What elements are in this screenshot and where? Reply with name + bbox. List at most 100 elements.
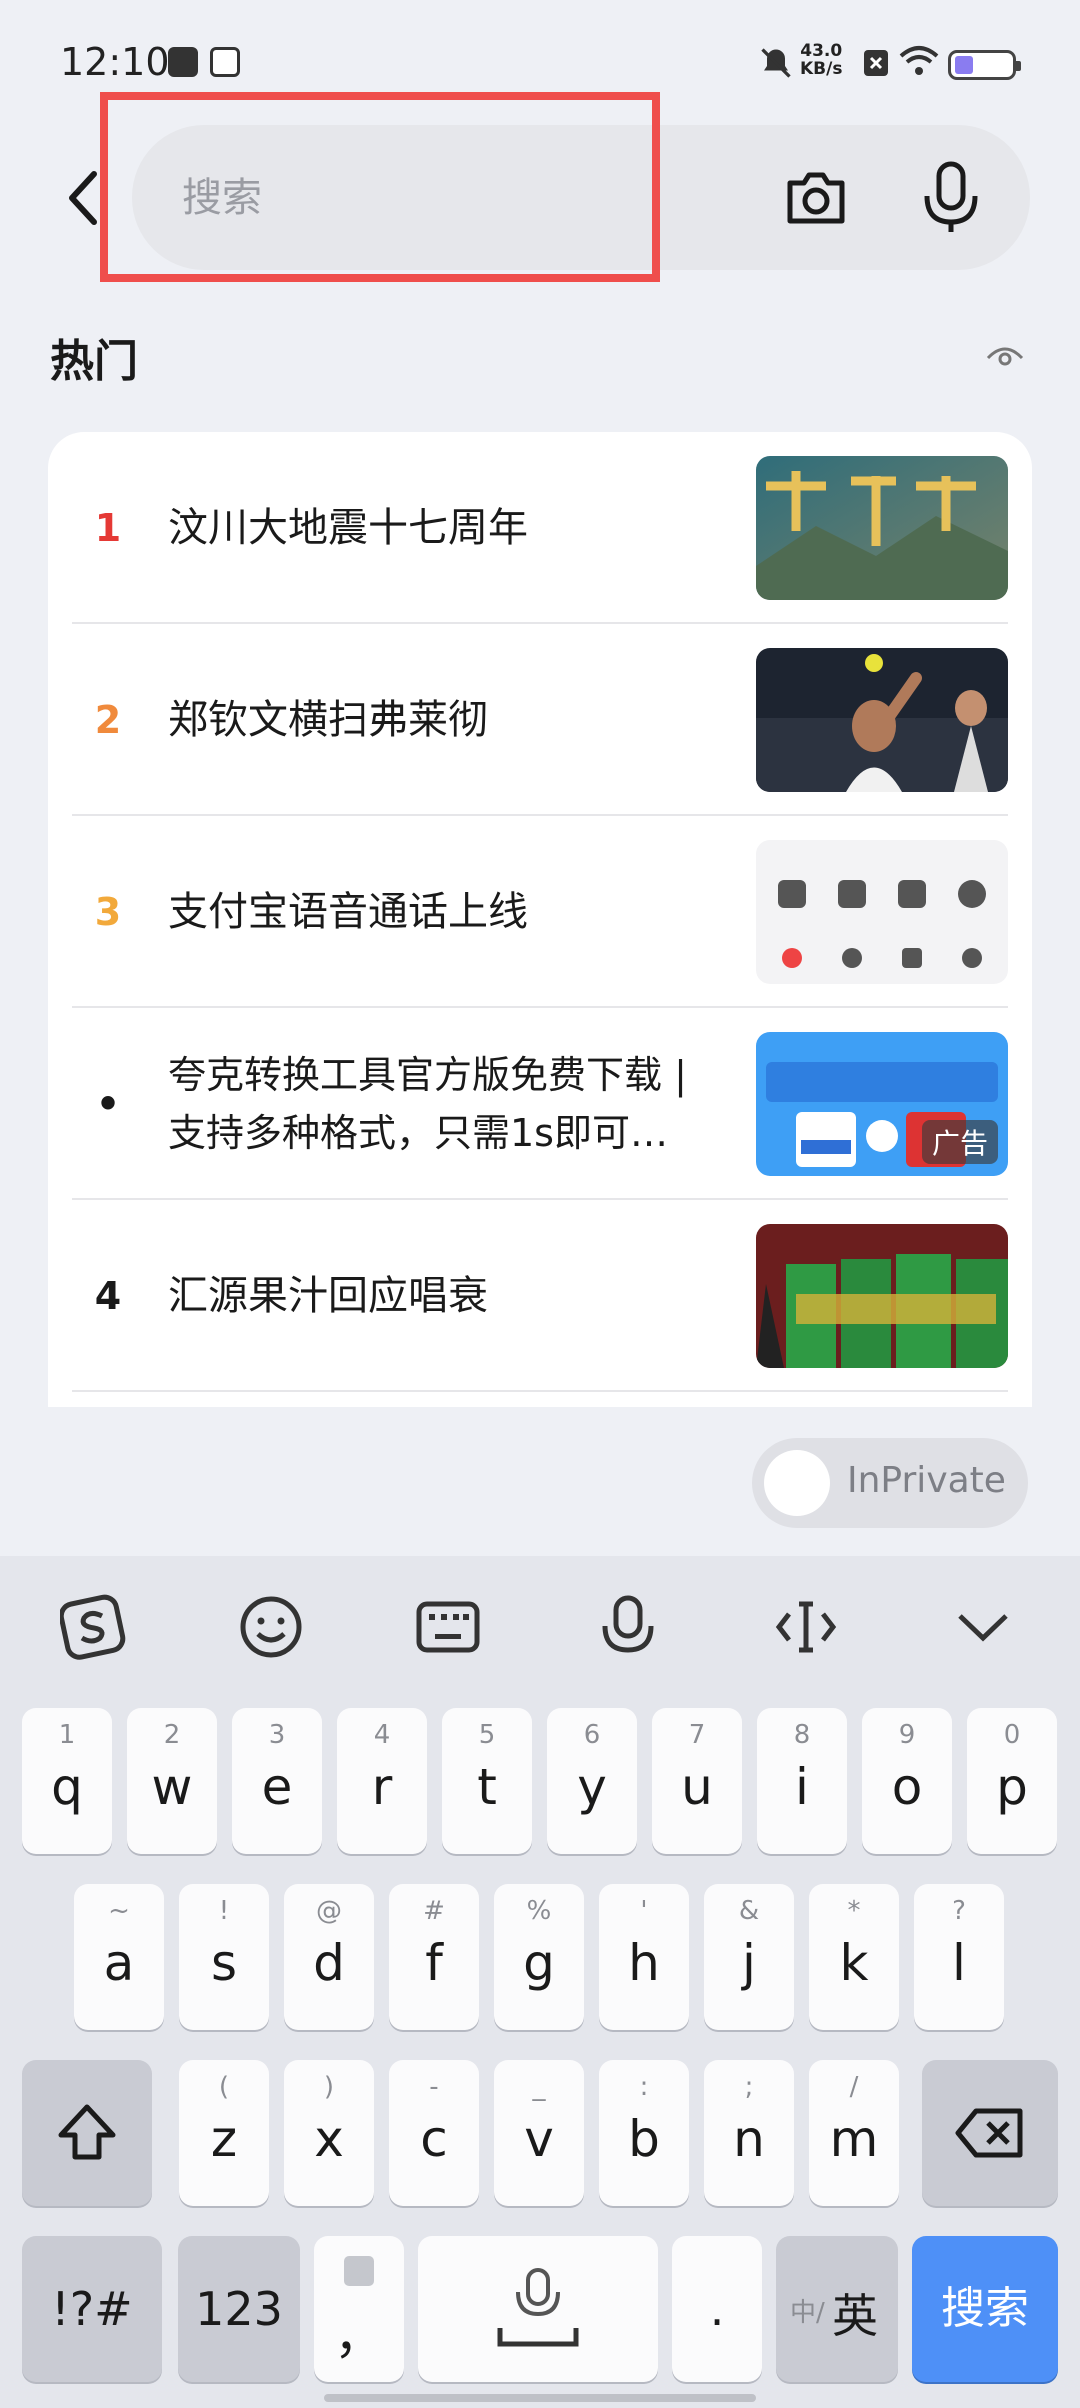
key-y[interactable]: 6y	[547, 1708, 637, 1854]
sogou-logo-icon[interactable]	[60, 1594, 126, 1660]
key-o[interactable]: 9o	[862, 1708, 952, 1854]
symbols-key[interactable]: !?#	[22, 2236, 162, 2382]
key-j[interactable]: & j	[704, 1884, 794, 2030]
key-p[interactable]: 0p	[967, 1708, 1057, 1854]
key-n[interactable]: ; n	[704, 2060, 794, 2206]
section-title-hot: 热门	[50, 336, 138, 387]
inprivate-toggle[interactable]: InPrivate	[752, 1438, 1028, 1528]
thumbnail-image: 广告	[756, 1032, 1008, 1176]
search-enter-key[interactable]: 搜索	[912, 2236, 1058, 2382]
thumbnail-image	[756, 1224, 1008, 1368]
space-key[interactable]	[418, 2236, 658, 2382]
key-label: a	[103, 1934, 135, 1992]
sim-blocked-icon	[864, 50, 888, 76]
key-a[interactable]: ~ a	[74, 1884, 164, 2030]
key-sub: )	[323, 2072, 335, 2102]
key-g[interactable]: % g	[494, 1884, 584, 2030]
key-d[interactable]: @ d	[284, 1884, 374, 2030]
key-e[interactable]: 3e	[232, 1708, 322, 1854]
key-f[interactable]: # f	[389, 1884, 479, 2030]
key-c[interactable]: -c	[389, 2060, 479, 2206]
key-label: ，	[334, 2307, 384, 2365]
key-label: 搜索	[941, 2283, 1029, 2334]
item-title: 夸克转换工具官方版免费下载 | 支持多种格式，只需1s即可…	[168, 1053, 687, 1155]
key-k[interactable]: * k	[809, 1884, 899, 2030]
list-item[interactable]: 4 汇源果汁回应唱衰	[72, 1200, 1008, 1392]
keyboard-icon[interactable]	[415, 1594, 481, 1660]
key-u[interactable]: 7u	[652, 1708, 742, 1854]
home-indicator[interactable]	[324, 2394, 756, 2402]
key-label: 英	[832, 2289, 878, 2343]
key-sub: -	[429, 2072, 439, 2102]
key-label: b	[628, 2110, 660, 2168]
key-sub: *	[847, 1896, 861, 1926]
item-title: 支付宝语音通话上线	[168, 889, 528, 935]
key-label: r	[371, 1758, 393, 1816]
key-z[interactable]: (z	[179, 2060, 269, 2206]
key-label: s	[210, 1934, 238, 1992]
key-label: f	[425, 1934, 443, 1992]
list-item[interactable]: 1 汶川大地震十七周年	[72, 432, 1008, 624]
key-label: e	[261, 1758, 293, 1816]
cursor-move-icon[interactable]	[773, 1594, 839, 1660]
key-sub: 中/	[790, 2298, 825, 2328]
microphone-icon[interactable]	[917, 160, 985, 235]
network-speed: 43.0 KB/s	[800, 42, 842, 78]
key-x[interactable]: ) x	[284, 2060, 374, 2206]
key-h[interactable]: ' h	[599, 1884, 689, 2030]
key-sub: @	[316, 1896, 342, 1926]
key-sub: (	[218, 2072, 230, 2102]
key-q[interactable]: 1q	[22, 1708, 112, 1854]
key-sub: 6	[583, 1720, 601, 1750]
key-sub: 4	[373, 1720, 391, 1750]
key-s[interactable]: ! s	[179, 1884, 269, 2030]
net-speed-unit: KB/s	[800, 59, 843, 79]
key-label: y	[577, 1758, 607, 1816]
highlight-box	[100, 92, 660, 282]
language-switch-key[interactable]: 中/ 英	[776, 2236, 898, 2382]
key-b[interactable]: :b	[599, 2060, 689, 2206]
voice-input-icon[interactable]	[595, 1594, 661, 1660]
shift-key[interactable]	[22, 2060, 152, 2206]
camera-icon[interactable]	[782, 163, 850, 231]
key-sub: !	[218, 1896, 230, 1926]
list-item[interactable]: 2 郑钦文横扫弗莱彻	[72, 624, 1008, 816]
emoji-icon[interactable]	[238, 1594, 304, 1660]
rank-number: 4	[94, 1274, 122, 1318]
wifi-icon	[899, 46, 939, 75]
rank-number: 1	[94, 506, 122, 550]
key-sub: ~	[108, 1896, 130, 1926]
backspace-key[interactable]	[922, 2060, 1058, 2206]
key-w[interactable]: 2w	[127, 1708, 217, 1854]
key-label: c	[420, 2110, 448, 2168]
space-voice-icon	[497, 2268, 579, 2347]
key-t[interactable]: 5t	[442, 1708, 532, 1854]
net-speed-value: 43.0	[800, 41, 843, 61]
key-sub: 2	[163, 1720, 181, 1750]
key-m[interactable]: / m	[809, 2060, 899, 2206]
keyboard-toolbar	[0, 1556, 1080, 1696]
key-i[interactable]: 8i	[757, 1708, 847, 1854]
key-sub: '	[640, 1896, 648, 1926]
key-badge-icon	[344, 2256, 374, 2286]
toggle-knob	[764, 1450, 830, 1516]
collapse-keyboard-icon[interactable]	[950, 1594, 1016, 1660]
key-sub: 5	[478, 1720, 496, 1750]
mute-bell-icon	[761, 48, 791, 78]
item-title: 汇源果汁回应唱衰	[168, 1273, 488, 1319]
key-r[interactable]: 4r	[337, 1708, 427, 1854]
period-key[interactable]: .	[672, 2236, 762, 2382]
key-l[interactable]: ? l	[914, 1884, 1004, 2030]
eye-icon[interactable]	[985, 340, 1025, 370]
key-label: u	[681, 1758, 713, 1816]
numbers-key[interactable]: 123	[178, 2236, 300, 2382]
key-sub: 3	[268, 1720, 286, 1750]
list-item[interactable]: 3 支付宝语音通话上线	[72, 816, 1008, 1008]
backspace-icon	[955, 2108, 1023, 2158]
comma-key[interactable]: ，	[314, 2236, 404, 2382]
list-item-ad[interactable]: • 夸克转换工具官方版免费下载 | 支持多种格式，只需1s即可… 广告	[72, 1008, 1008, 1200]
key-label: p	[996, 1758, 1028, 1816]
key-v[interactable]: _ v	[494, 2060, 584, 2206]
inprivate-label: InPrivate	[847, 1460, 1006, 1501]
key-label: .	[709, 2282, 725, 2336]
